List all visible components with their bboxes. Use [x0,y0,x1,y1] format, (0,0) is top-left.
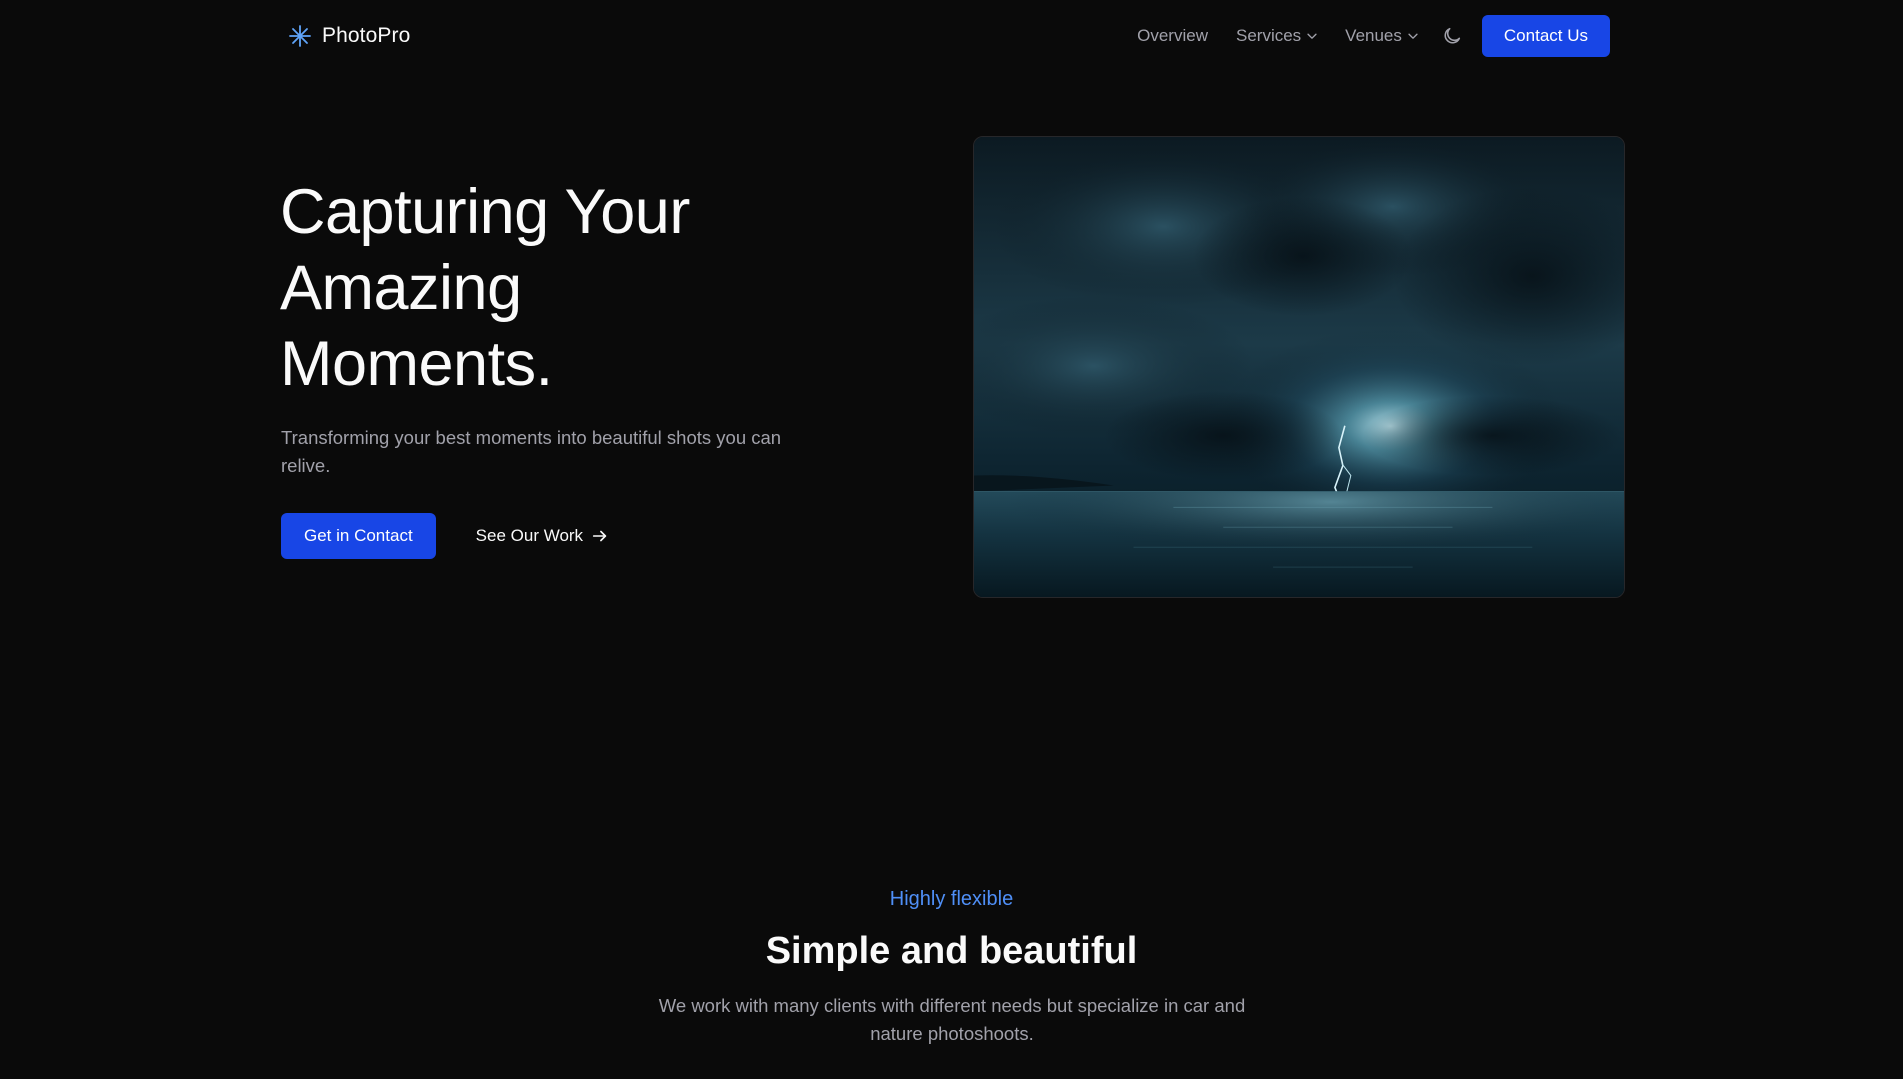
see-our-work-label: See Our Work [475,526,584,545]
hero-title-line: Amazing [280,253,522,323]
contact-us-button[interactable]: Contact Us [1481,15,1610,57]
section-eyebrow: Highly flexible [889,888,1014,910]
main-nav: Overview Services Venues Contact Us [1137,15,1610,57]
storm-over-sea-image [974,137,1624,597]
nav-venues-dropdown[interactable]: Venues [1345,26,1420,46]
arrow-right-icon [592,530,607,542]
chevron-down-icon [1307,33,1317,39]
nav-overview-link[interactable]: Overview [1137,26,1208,46]
get-in-contact-button[interactable]: Get in Contact [281,513,436,559]
hero-subtitle: Transforming your best moments into beau… [281,427,782,476]
hero-title-line: Moments. [280,329,553,399]
landing-page: PhotoPro Overview Services Venues Contac… [0,0,1903,1079]
see-our-work-link[interactable]: See Our Work [476,526,609,546]
moon-icon[interactable] [1441,25,1463,47]
hero-storm-image [973,136,1625,598]
hero-title: Capturing Your Amazing Moments. [280,174,840,402]
site-header: PhotoPro Overview Services Venues Contac… [0,0,1903,72]
hero-actions: Get in Contact See Our Work [281,513,609,559]
brand-name: PhotoPro [322,24,411,47]
nav-services-dropdown[interactable]: Services [1236,26,1319,46]
section-title: Simple and beautiful [765,930,1138,972]
brand-logo[interactable]: PhotoPro [288,22,410,50]
hero-title-line: Capturing Your [280,177,690,247]
nav-services-label: Services [1235,26,1302,45]
sparkle-icon [289,25,311,47]
nav-venues-label: Venues [1345,26,1402,45]
section-description: We work with many clients with different… [658,995,1246,1044]
chevron-down-icon [1408,33,1418,39]
